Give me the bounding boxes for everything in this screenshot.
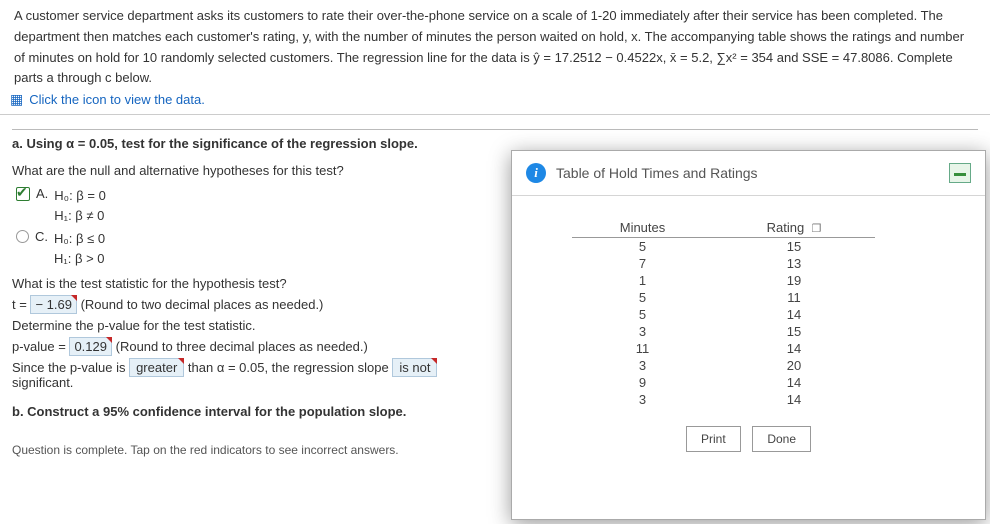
table-row: 315: [572, 323, 875, 340]
col-minutes: Minutes: [572, 218, 713, 238]
incorrect-indicator-icon: [71, 295, 77, 301]
prompt-section: A customer service department asks its c…: [0, 0, 990, 115]
prompt-line: A customer service department asks its c…: [10, 6, 980, 27]
part-a-title: a. Using α = 0.05, test for the signific…: [12, 136, 978, 151]
prompt-line: parts a through c below.: [10, 68, 980, 89]
print-button[interactable]: Print: [686, 426, 741, 452]
incorrect-indicator-icon: [106, 337, 112, 343]
radio-checked-icon: [16, 187, 30, 201]
tstat-line: t = − 1.69 (Round to two decimal places …: [12, 297, 482, 312]
choice-label: A.: [36, 186, 48, 201]
copy-icon[interactable]: ❐: [811, 223, 821, 235]
view-data-text: Click the icon to view the data.: [29, 92, 205, 107]
table-row: 1114: [572, 340, 875, 357]
done-button[interactable]: Done: [752, 426, 811, 452]
choice-label: C.: [35, 229, 48, 244]
table-row: 914: [572, 374, 875, 391]
modal-header: i Table of Hold Times and Ratings: [512, 151, 985, 196]
incorrect-indicator-icon: [431, 358, 437, 364]
tstat-input[interactable]: − 1.69: [30, 295, 77, 314]
pvalue-input[interactable]: 0.129: [69, 337, 112, 356]
table-row: 713: [572, 255, 875, 272]
table-row: 119: [572, 272, 875, 289]
table-row: 314: [572, 391, 875, 408]
tstat-question: What is the test statistic for the hypot…: [12, 276, 482, 291]
col-rating: Rating ❐: [713, 218, 875, 238]
conclusion-line: Since the p-value is greater than α = 0.…: [12, 360, 482, 390]
modal-title: Table of Hold Times and Ratings: [556, 165, 758, 181]
part-b-title: b. Construct a 95% confidence interval f…: [12, 404, 482, 419]
radio-unchecked-icon: [16, 230, 29, 243]
data-table-icon: ▦: [10, 91, 23, 108]
prompt-line: of minutes on hold for 10 randomly selec…: [10, 48, 980, 69]
table-row: 320: [572, 357, 875, 374]
table-row: 515: [572, 238, 875, 256]
hypothesis-choices: A. H₀: β = 0 H₁: β ≠ 0 C. H₀: β ≤ 0 H₁: …: [16, 186, 482, 268]
incorrect-indicator-icon: [178, 358, 184, 364]
divider: [12, 129, 978, 130]
info-icon: i: [526, 163, 546, 183]
choice-a[interactable]: A. H₀: β = 0 H₁: β ≠ 0: [16, 186, 482, 225]
choice-c[interactable]: C. H₀: β ≤ 0 H₁: β > 0: [16, 229, 482, 268]
pvalue-question: Determine the p-value for the test stati…: [12, 318, 482, 333]
hypothesis-question: What are the null and alternative hypoth…: [12, 163, 482, 178]
modal-body: Minutes Rating ❐ 51571311951151431511143…: [512, 196, 985, 416]
data-table: Minutes Rating ❐ 51571311951151431511143…: [572, 218, 875, 408]
minimize-button[interactable]: [949, 163, 971, 183]
significance-dropdown[interactable]: is not: [392, 358, 437, 377]
prompt-line: department then matches each customer's …: [10, 27, 980, 48]
compare-dropdown[interactable]: greater: [129, 358, 184, 377]
view-data-link[interactable]: ▦ Click the icon to view the data.: [10, 91, 205, 108]
pvalue-line: p-value = 0.129 (Round to three decimal …: [12, 339, 482, 354]
choice-content: H₀: β = 0 H₁: β ≠ 0: [54, 186, 106, 225]
table-row: 514: [572, 306, 875, 323]
data-table-modal: i Table of Hold Times and Ratings Minute…: [511, 150, 986, 520]
choice-content: H₀: β ≤ 0 H₁: β > 0: [54, 229, 105, 268]
table-row: 511: [572, 289, 875, 306]
modal-footer: Print Done: [512, 416, 985, 462]
